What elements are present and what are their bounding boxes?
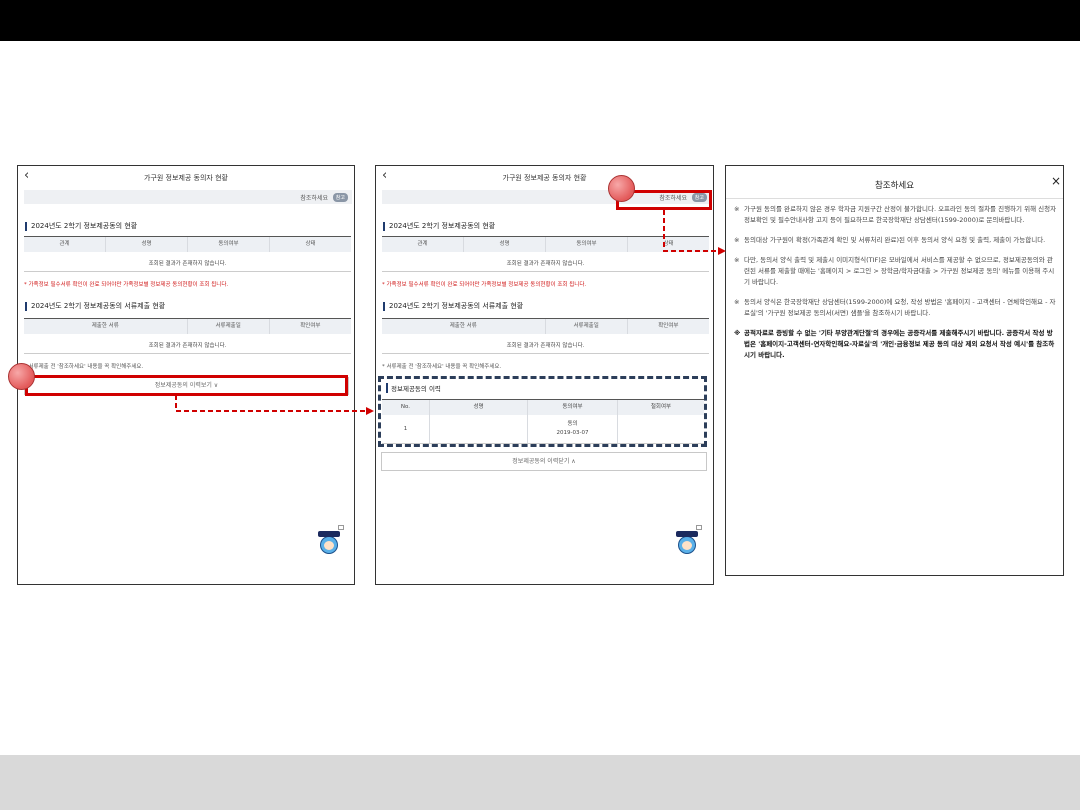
- empty-message: 조회된 결과가 존재하지 않습니다.: [382, 256, 709, 272]
- col-status: 상태: [663, 241, 674, 247]
- bottom-bar: [0, 755, 1080, 810]
- col-name: 성명: [106, 237, 188, 252]
- divider: [726, 198, 1063, 199]
- section-title: 2024년도 2학기 정보제공동의 서류제출 현황: [383, 302, 523, 311]
- col-confirm: 확인여부: [300, 323, 321, 329]
- section-title: 2024년도 2학기 정보제공동의 현황: [25, 222, 137, 231]
- col-relation: 관계: [382, 237, 464, 252]
- reference-badge[interactable]: 참고: [332, 193, 348, 202]
- table-header: 관계 성명 동의여부 상태: [24, 236, 351, 252]
- callout-marker: [608, 175, 635, 202]
- notice-item: ※ 가구원 동의를 완료하지 않은 경우 학자금 지원구간 산정이 불가합니다. …: [734, 205, 1057, 224]
- red-notice: * 가족정보 필수서류 확인이 완료 되어야만 가족정보별 정보제공 동의현황이…: [24, 282, 229, 288]
- table-header: 제출한 서류 서류제출일 확인여부: [24, 318, 351, 334]
- notice-item: ※ 동의서 양식은 한국장학재단 상담센터(1599-2000)에 요청, 작성 …: [734, 298, 1056, 317]
- col-document: 제출한 서류: [24, 319, 188, 334]
- history-highlight-box: [378, 376, 707, 447]
- screen-title: 가구원 정보제공 동의자 현황: [502, 174, 587, 182]
- section-title: 2024년도 2학기 정보제공동의 현황: [383, 222, 495, 231]
- reference-popup: 참조하세요 × ※ 가구원 동의를 완료하지 않은 경우 학자금 지원구간 산정이…: [725, 165, 1064, 576]
- top-bar: [0, 0, 1080, 41]
- screen-header: ‹ 가구원 정보제공 동의자 현황: [376, 166, 713, 188]
- empty-message: 조회된 결과가 존재하지 않습니다.: [24, 338, 351, 354]
- gray-notice: * 서류제출 전 '참조하세요' 내용을 꼭 확인해주세요.: [382, 364, 502, 370]
- close-icon[interactable]: ×: [1051, 174, 1061, 188]
- gray-notice: * 서류제출 전 '참조하세요' 내용을 꼭 확인해주세요.: [24, 364, 144, 370]
- popup-title: 참조하세요: [874, 181, 915, 191]
- col-consent: 동의여부: [188, 237, 270, 252]
- table-header: 제출한 서류 서류제출일 확인여부: [382, 318, 709, 334]
- col-consent: 동의여부: [546, 237, 628, 252]
- notice-item: ※ 다만, 동의서 양식 출력 및 제출시 이미지형식(TIF)은 모바일에서 서…: [734, 256, 1055, 286]
- col-relation: 관계: [24, 237, 106, 252]
- notice-item: ※ 공적자료로 증빙할 수 없는 '기타 부양관계단절'의 경우에는 공증각서를 …: [734, 329, 1055, 359]
- col-confirm: 확인여부: [658, 323, 679, 329]
- history-close-button[interactable]: 정보제공동의 이력닫기 ∧: [381, 452, 707, 471]
- reference-bar: 참조하세요 참고: [24, 190, 352, 204]
- highlight-history-button: [25, 375, 348, 396]
- red-notice: * 가족정보 필수서류 확인이 완료 되어야만 가족정보별 정보제공 동의현황이…: [382, 282, 587, 288]
- col-submit-date: 서류제출일: [188, 319, 270, 334]
- section-title: 2024년도 2학기 정보제공동의 서류제출 현황: [25, 302, 165, 311]
- mascot-icon[interactable]: [316, 525, 344, 558]
- screen-header: ‹ 가구원 정보제공 동의자 현황: [18, 166, 354, 188]
- empty-message: 조회된 결과가 존재하지 않습니다.: [24, 256, 351, 272]
- phone-screen-history: ‹ 가구원 정보제공 동의자 현황 참조하세요 참고 2024년도 2학기 정보…: [375, 165, 714, 585]
- callout-marker: [8, 363, 35, 390]
- table-header: 관계 성명 동의여부 상태: [382, 236, 709, 252]
- col-submit-date: 서류제출일: [546, 319, 628, 334]
- empty-message: 조회된 결과가 존재하지 않습니다.: [382, 338, 709, 354]
- col-status: 상태: [305, 241, 316, 247]
- notice-item: ※ 동의대상 가구원이 확정(가족관계 확인 및 서류처리 완료)된 이후 동의서…: [734, 236, 1046, 244]
- screen-title: 가구원 정보제공 동의자 현황: [144, 174, 228, 182]
- mascot-icon[interactable]: [674, 525, 702, 558]
- reference-link[interactable]: 참조하세요: [300, 193, 328, 202]
- notice-list: ※ 가구원 동의를 완료하지 않은 경우 학자금 지원구간 산정이 불가합니다. …: [734, 204, 1058, 370]
- col-document: 제출한 서류: [382, 319, 546, 334]
- col-name: 성명: [464, 237, 546, 252]
